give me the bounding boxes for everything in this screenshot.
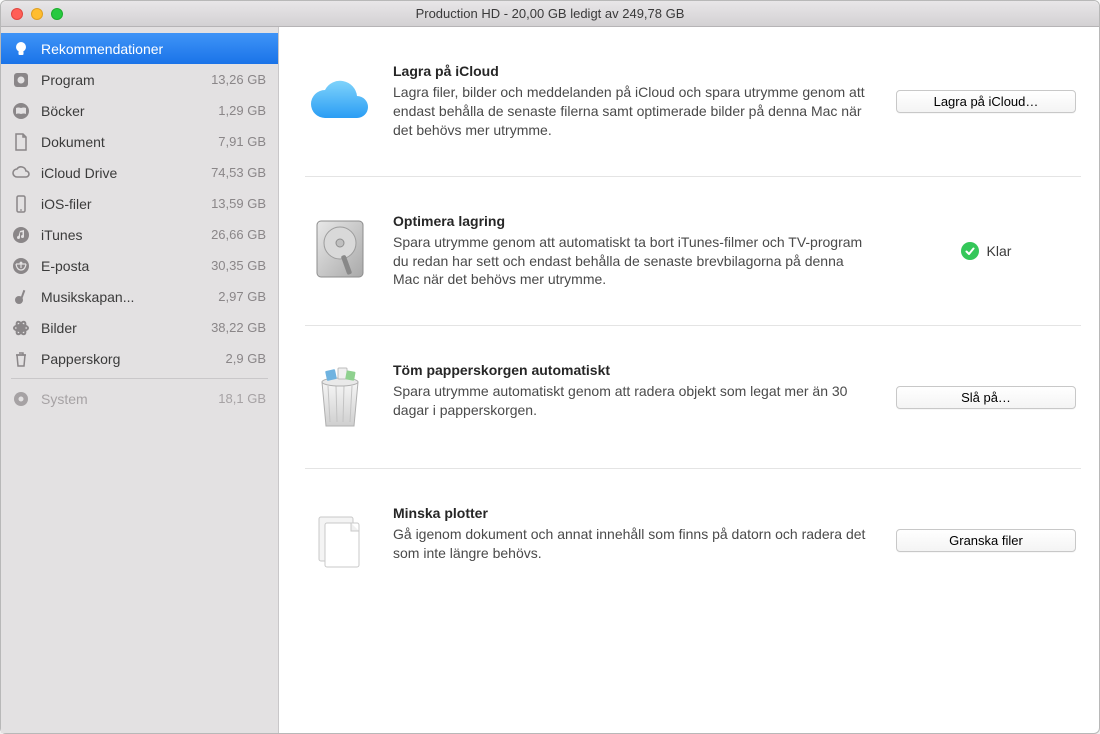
storage-management-window: Production HD - 20,00 GB ledigt av 249,7… [0, 0, 1100, 734]
sidebar-item-label: System [41, 391, 208, 407]
phone-icon [11, 194, 31, 214]
action-button[interactable]: Granska filer [896, 529, 1076, 552]
checkmark-icon [961, 242, 979, 260]
traffic-lights [11, 8, 63, 20]
window-body: Rekommendationer Program 13,26 GB Böcker 1,2… [1, 27, 1099, 733]
sidebar-item-guitar[interactable]: Musikskapan... 2,97 GB [1, 281, 278, 312]
sidebar-item-size: 38,22 GB [211, 320, 266, 335]
icloud-icon [305, 65, 375, 133]
content-pane: Lagra på iCloud Lagra filer, bilder och m… [279, 27, 1099, 733]
recommendation-icloud: Lagra på iCloud Lagra filer, bilder och m… [305, 27, 1081, 177]
sidebar-divider [11, 378, 268, 379]
recommendation-text: Optimera lagring Spara utrymme genom att … [393, 213, 891, 290]
sidebar-item-trash[interactable]: Papperskorg 2,9 GB [1, 343, 278, 374]
sidebar-item-music-note[interactable]: iTunes 26,66 GB [1, 219, 278, 250]
sidebar-item-size: 30,35 GB [211, 258, 266, 273]
hdd-icon [305, 215, 375, 283]
recommendation-text: Lagra på iCloud Lagra filer, bilder och m… [393, 63, 891, 140]
sidebar-item-size: 18,1 GB [218, 391, 266, 406]
sidebar-item-photos[interactable]: Bilder 38,22 GB [1, 312, 278, 343]
sidebar-item-label: Rekommendationer [41, 41, 266, 57]
sidebar-item-size: 13,26 GB [211, 72, 266, 87]
document-icon [11, 132, 31, 152]
sidebar-item-label: Program [41, 72, 201, 88]
done-label: Klar [987, 243, 1012, 259]
recommendation-text: Töm papperskorgen automatiskt Spara utrym… [393, 362, 891, 420]
sidebar-item-label: iTunes [41, 227, 201, 243]
sidebar-item-document[interactable]: Dokument 7,91 GB [1, 126, 278, 157]
recommendation-description: Gå igenom dokument och annat innehåll so… [393, 525, 873, 563]
recommendation-title: Lagra på iCloud [393, 63, 873, 79]
sidebar-item-label: Bilder [41, 320, 201, 336]
sidebar-item-label: E-posta [41, 258, 201, 274]
mail-icon [11, 256, 31, 276]
sidebar-item-lightbulb[interactable]: Rekommendationer [1, 33, 278, 64]
recommendation-description: Spara utrymme genom att automatiskt ta b… [393, 233, 873, 290]
sidebar-item-size: 7,91 GB [218, 134, 266, 149]
sidebar-item-gear[interactable]: System 18,1 GB [1, 383, 278, 414]
close-button[interactable] [11, 8, 23, 20]
minimize-button[interactable] [31, 8, 43, 20]
sidebar-item-label: iOS-filer [41, 196, 201, 212]
photos-icon [11, 318, 31, 338]
sidebar-item-size: 2,97 GB [218, 289, 266, 304]
sidebar-item-mail[interactable]: E-posta 30,35 GB [1, 250, 278, 281]
lightbulb-icon [11, 39, 31, 59]
trash-full-icon [305, 364, 375, 432]
recommendation-action: Slå på… [891, 386, 1081, 409]
sidebar-item-app[interactable]: Program 13,26 GB [1, 64, 278, 95]
done-status: Klar [896, 242, 1076, 260]
action-button[interactable]: Lagra på iCloud… [896, 90, 1076, 113]
sidebar-item-label: Böcker [41, 103, 208, 119]
sidebar-item-cloud[interactable]: iCloud Drive 74,53 GB [1, 157, 278, 188]
action-button[interactable]: Slå på… [896, 386, 1076, 409]
sidebar-item-label: iCloud Drive [41, 165, 201, 181]
guitar-icon [11, 287, 31, 307]
recommendation-action: Granska filer [891, 529, 1081, 552]
recommendation-text: Minska plotter Gå igenom dokument och ann… [393, 505, 891, 563]
sidebar-item-size: 1,29 GB [218, 103, 266, 118]
sidebar: Rekommendationer Program 13,26 GB Böcker 1,2… [1, 27, 279, 733]
music-note-icon [11, 225, 31, 245]
recommendation-title: Minska plotter [393, 505, 873, 521]
sidebar-item-size: 26,66 GB [211, 227, 266, 242]
sidebar-item-size: 74,53 GB [211, 165, 266, 180]
recommendation-action: Klar [891, 242, 1081, 260]
recommendation-stack: Minska plotter Gå igenom dokument och ann… [305, 469, 1081, 611]
sidebar-item-book[interactable]: Böcker 1,29 GB [1, 95, 278, 126]
app-icon [11, 70, 31, 90]
recommendation-title: Optimera lagring [393, 213, 873, 229]
sidebar-item-size: 13,59 GB [211, 196, 266, 211]
book-icon [11, 101, 31, 121]
stack-icon [305, 507, 375, 575]
titlebar[interactable]: Production HD - 20,00 GB ledigt av 249,7… [1, 1, 1099, 27]
trash-icon [11, 349, 31, 369]
sidebar-item-size: 2,9 GB [226, 351, 266, 366]
sidebar-item-label: Papperskorg [41, 351, 216, 367]
window-title: Production HD - 20,00 GB ledigt av 249,7… [1, 6, 1099, 21]
recommendation-hdd: Optimera lagring Spara utrymme genom att … [305, 177, 1081, 327]
gear-icon [11, 389, 31, 409]
recommendation-action: Lagra på iCloud… [891, 90, 1081, 113]
recommendation-description: Lagra filer, bilder och meddelanden på i… [393, 83, 873, 140]
zoom-button[interactable] [51, 8, 63, 20]
sidebar-item-label: Musikskapan... [41, 289, 208, 305]
recommendation-title: Töm papperskorgen automatiskt [393, 362, 873, 378]
recommendation-trash-full: Töm papperskorgen automatiskt Spara utrym… [305, 326, 1081, 469]
recommendation-description: Spara utrymme automatiskt genom att rade… [393, 382, 873, 420]
sidebar-item-label: Dokument [41, 134, 208, 150]
sidebar-item-phone[interactable]: iOS-filer 13,59 GB [1, 188, 278, 219]
cloud-icon [11, 163, 31, 183]
